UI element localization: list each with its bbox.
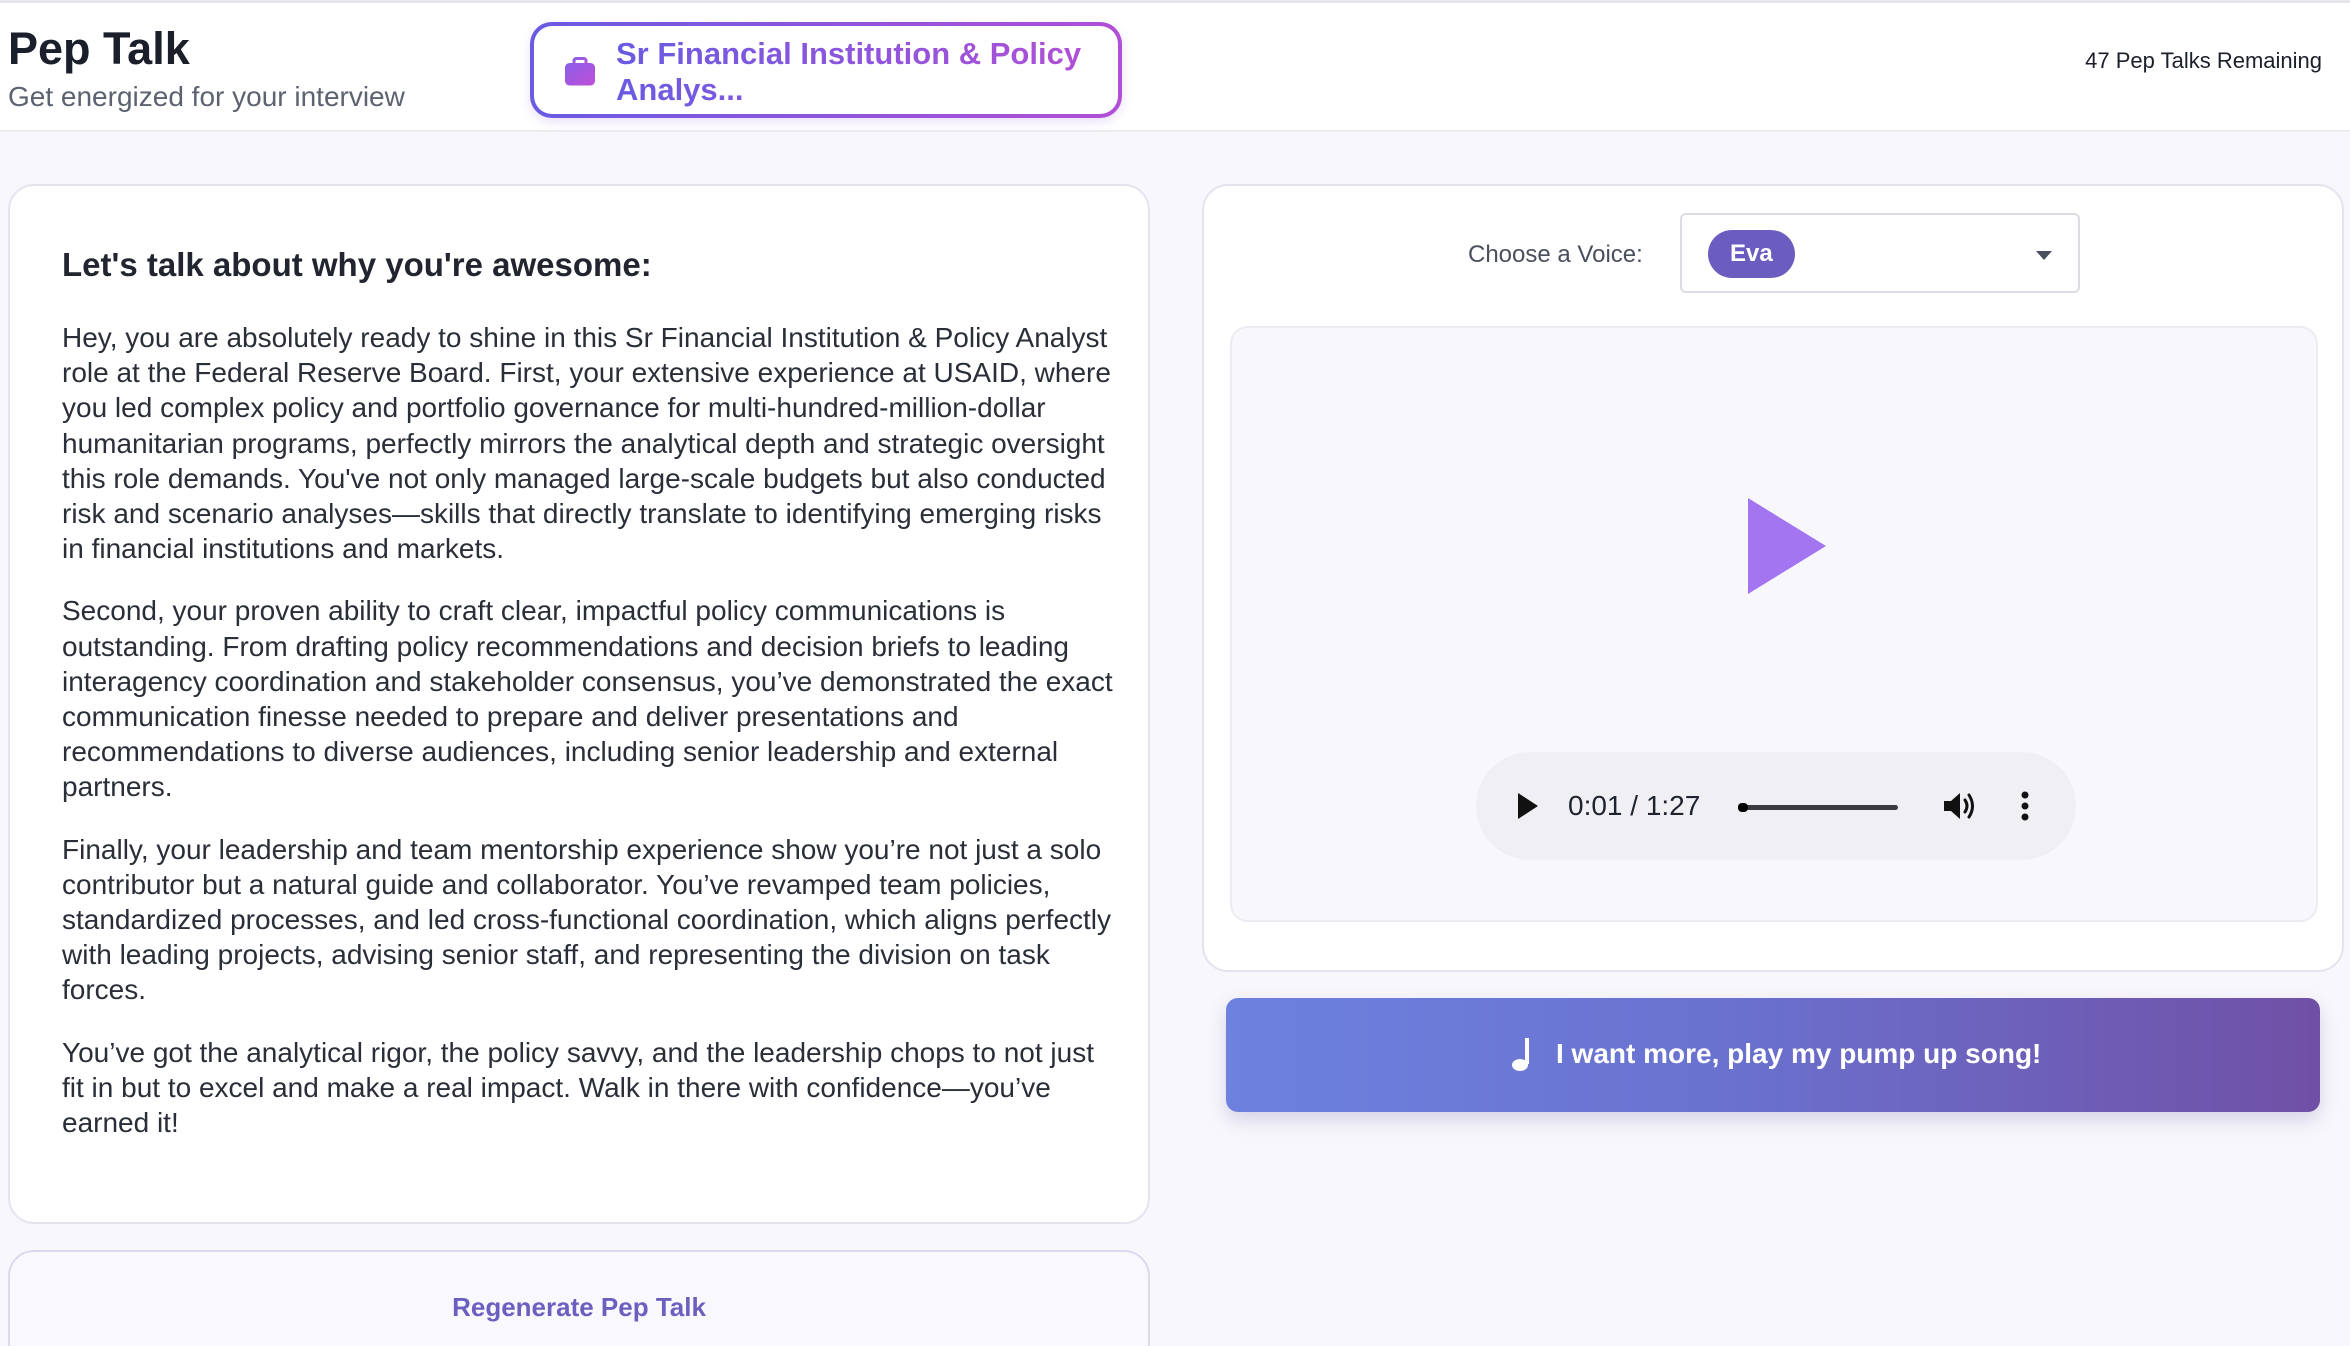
play-icon[interactable] — [1748, 498, 1826, 594]
music-note-icon — [1512, 1038, 1529, 1071]
remaining-count: 47 Pep Talks Remaining — [2085, 48, 2322, 73]
pump-up-song-label: I want more, play my pump up song! — [1556, 1038, 2042, 1069]
more-vertical-icon[interactable] — [2020, 790, 2030, 822]
pep-talk-paragraph: You’ve got the analytical rigor, the pol… — [62, 1036, 1094, 1139]
audio-progress-fill — [1738, 803, 1748, 812]
briefcase-icon — [565, 57, 595, 86]
regenerate-label: Regenerate Pep Talk — [452, 1292, 706, 1322]
job-title-label: Sr Financial Institution & Policy Analys… — [616, 36, 1096, 108]
pep-talk-body: Hey, you are absolutely ready to shine i… — [62, 320, 1117, 1167]
audio-progress-bar[interactable] — [1738, 803, 1898, 812]
regenerate-button[interactable]: Regenerate Pep Talk — [8, 1250, 1150, 1346]
pep-talk-page: Pep Talk Get energized for your intervie… — [0, 0, 2350, 1346]
chevron-down-icon — [2036, 251, 2052, 260]
voice-player-card: Choose a Voice: Eva 0:01 / 1:27 — [1202, 184, 2344, 972]
pump-up-song-button[interactable]: I want more, play my pump up song! — [1226, 998, 2320, 1112]
header: Pep Talk Get energized for your intervie… — [0, 0, 2350, 132]
selected-voice-chip: Eva — [1708, 230, 1795, 278]
pep-talk-paragraph: Second, your proven ability to craft cle… — [62, 595, 1113, 803]
audio-player-area: 0:01 / 1:27 — [1230, 326, 2318, 922]
pep-talk-heading: Let's talk about why you're awesome: — [62, 246, 652, 283]
voice-select[interactable]: Eva — [1680, 213, 2080, 293]
audio-controls: 0:01 / 1:27 — [1476, 752, 2076, 860]
volume-icon[interactable] — [1942, 790, 1978, 822]
job-selector-button[interactable]: Sr Financial Institution & Policy Analys… — [530, 22, 1122, 118]
audio-time: 0:01 / 1:27 — [1568, 790, 1701, 821]
page-title: Pep Talk — [8, 23, 190, 74]
pep-talk-card: Let's talk about why you're awesome: Hey… — [8, 184, 1150, 1224]
pep-talk-paragraph: Hey, you are absolutely ready to shine i… — [62, 322, 1111, 565]
play-icon[interactable] — [1516, 792, 1540, 820]
pep-talk-paragraph: Finally, your leadership and team mentor… — [62, 833, 1112, 1006]
page-subtitle: Get energized for your interview — [8, 81, 405, 112]
voice-label: Choose a Voice: — [1468, 241, 1643, 268]
